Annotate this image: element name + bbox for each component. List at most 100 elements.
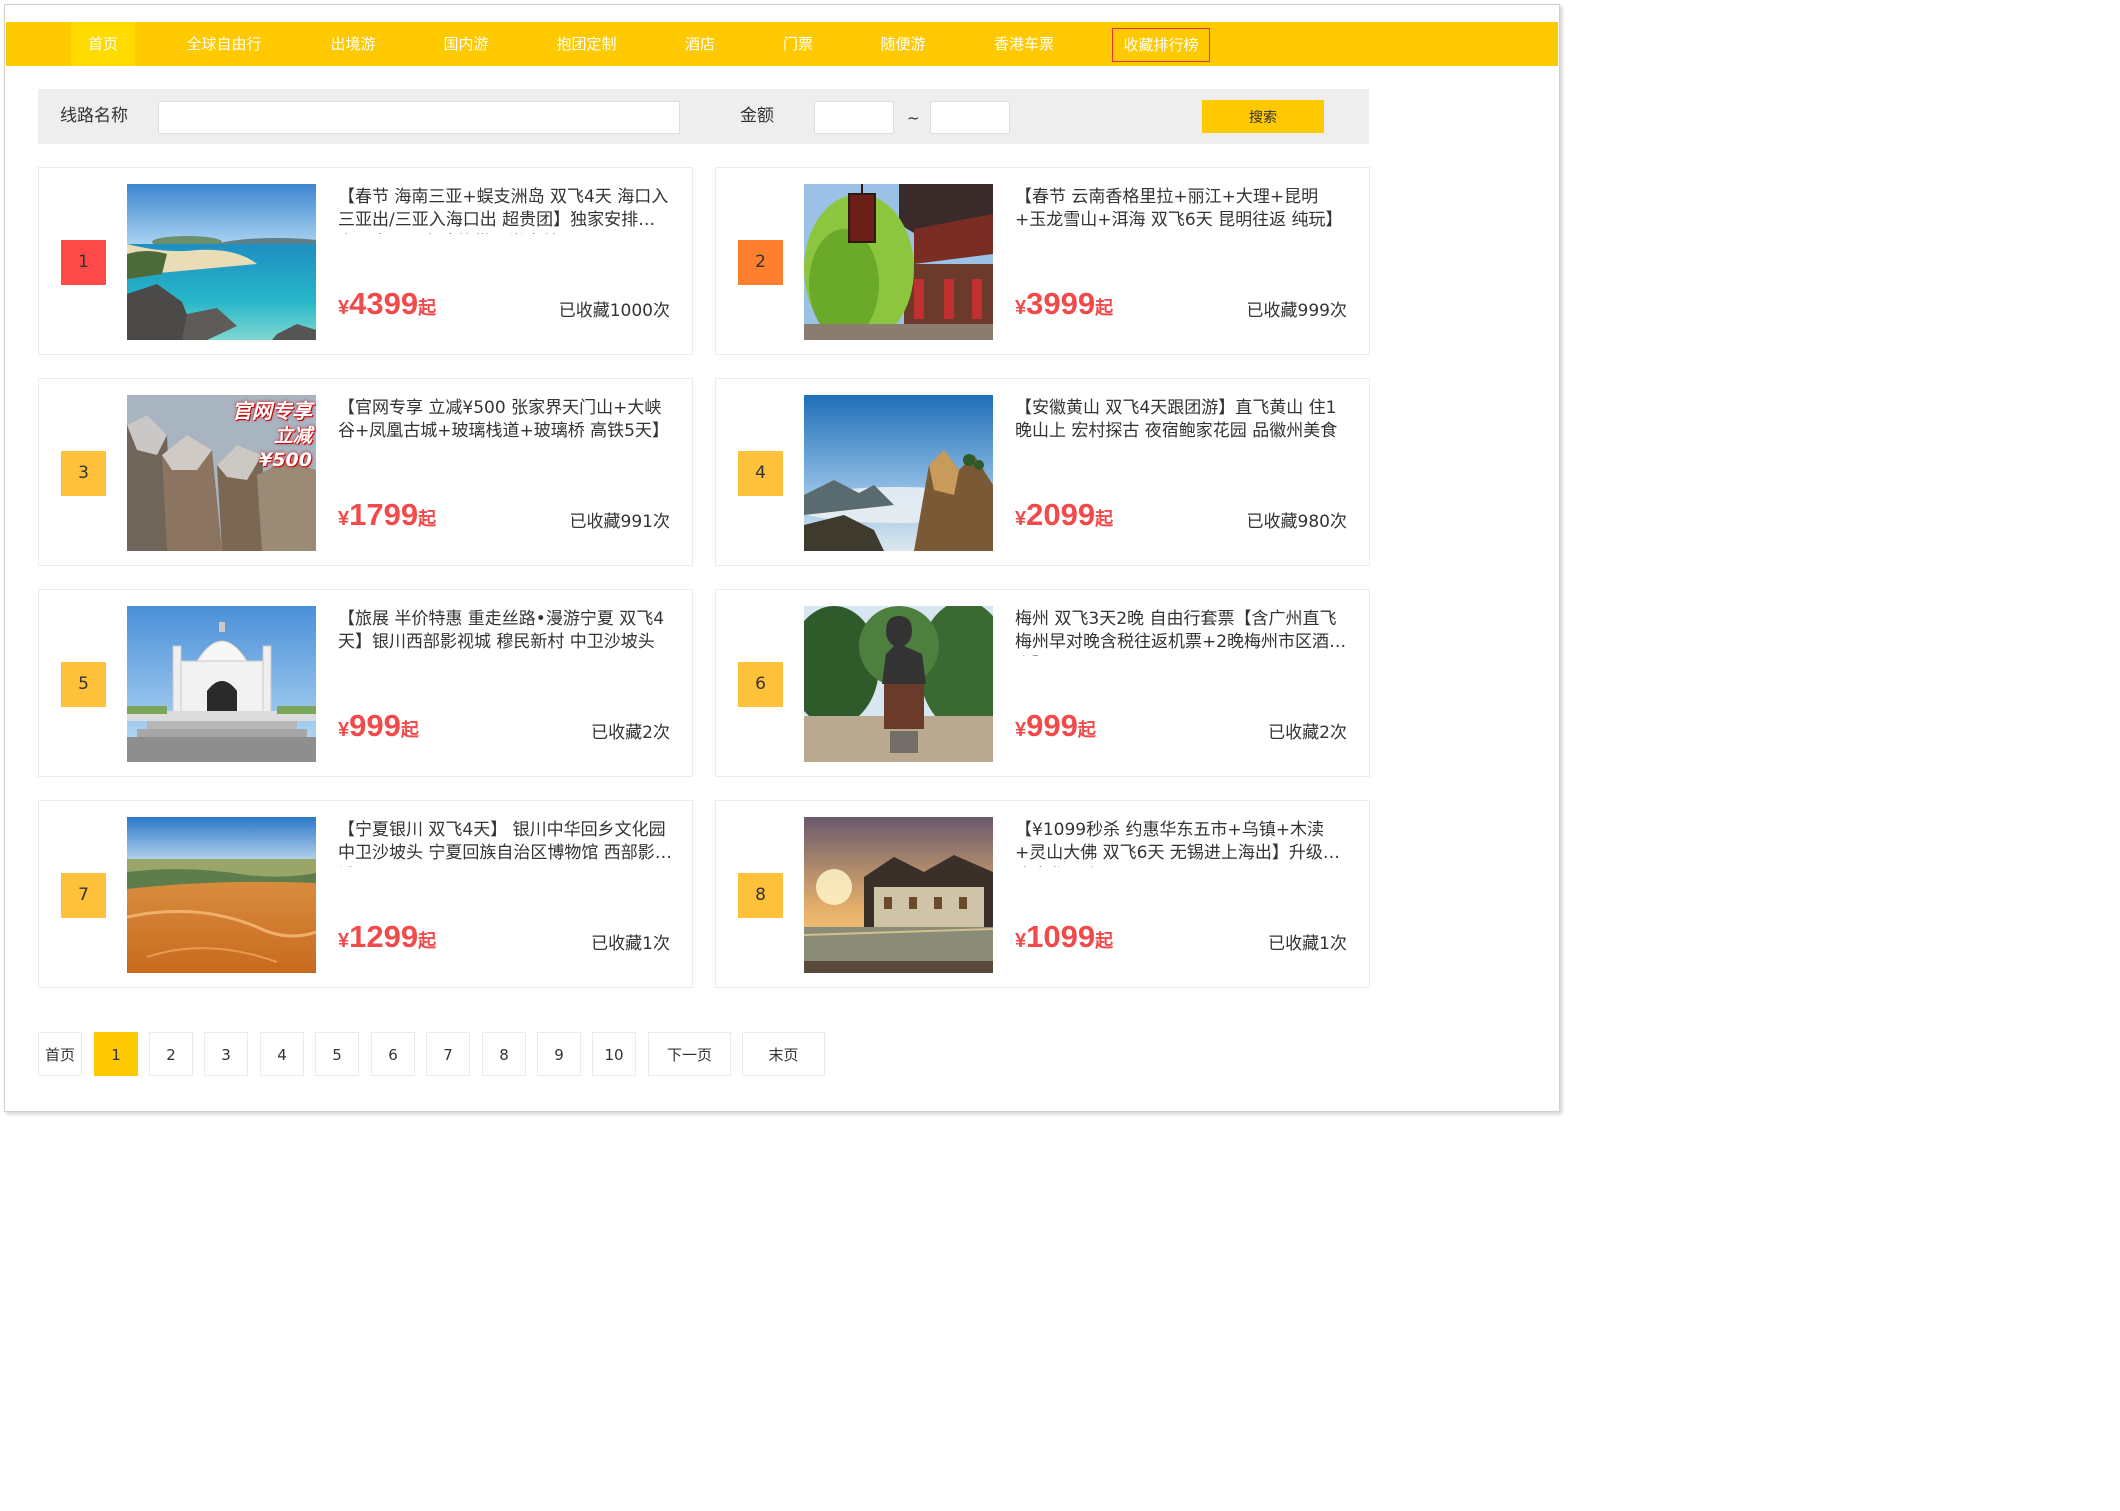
rank-badge: 2 [738, 240, 783, 285]
search-button[interactable]: 搜索 [1202, 100, 1324, 133]
pager-page-4[interactable]: 4 [260, 1032, 304, 1076]
route-price: ¥1099起 [1015, 919, 1113, 955]
route-card[interactable]: 1 【春节 海南三亚+蜈支洲岛 双飞4天 海口入三亚出/三亚入海口出 超贵团】独… [38, 167, 693, 355]
rank-badge: 7 [61, 873, 106, 918]
route-card[interactable]: 5 【旅展 半价特惠 重走丝路•漫游宁夏 双飞4天】银川西部影视城 穆民新村 中… [38, 589, 693, 777]
nav-item-hotel[interactable]: 酒店 [674, 22, 726, 66]
pager-page-9[interactable]: 9 [537, 1032, 581, 1076]
rank-badge: 4 [738, 451, 783, 496]
pager-page-5[interactable]: 5 [315, 1032, 359, 1076]
route-photo[interactable] [804, 606, 993, 762]
route-card[interactable]: 4 【安徽黄山 双飞4天跟团游】直飞黄山 住1晚山上 宏村探古 夜宿鲍家花园 品… [715, 378, 1370, 566]
pager-page-7[interactable]: 7 [426, 1032, 470, 1076]
price-suffix: 起 [1095, 298, 1114, 318]
favorite-count: 已收藏999次 [1246, 301, 1347, 321]
pager-page-2[interactable]: 2 [149, 1032, 193, 1076]
min-amount-input[interactable] [814, 101, 894, 134]
favorite-count: 已收藏1次 [591, 934, 670, 954]
pager-page-3[interactable]: 3 [204, 1032, 248, 1076]
route-title[interactable]: 【春节 海南三亚+蜈支洲岛 双飞4天 海口入三亚出/三亚入海口出 超贵团】独家安… [338, 186, 672, 234]
route-card[interactable]: 8 【¥1099秒杀 约惠华东五市+乌镇+木渎+灵山大佛 双飞6天 无锡进上海出… [715, 800, 1370, 988]
pager-page-6[interactable]: 6 [371, 1032, 415, 1076]
favorite-count: 已收藏1次 [1268, 934, 1347, 954]
route-photo[interactable] [127, 817, 316, 973]
rank-badge: 3 [61, 451, 106, 496]
price-value: 2099 [1026, 497, 1096, 532]
nav-item-tickets[interactable]: 门票 [772, 22, 824, 66]
price-value: 999 [1026, 708, 1078, 743]
promo-banner: 官网专享 立减¥500 [224, 399, 312, 471]
route-price: ¥3999起 [1015, 286, 1113, 322]
top-navbar: 首页 全球自由行 出境游 国内游 抱团定制 酒店 门票 随便游 香港车票 收藏排… [6, 22, 1558, 66]
pager-page-1[interactable]: 1 [94, 1032, 138, 1076]
currency-symbol: ¥ [1015, 930, 1027, 952]
price-suffix: 起 [400, 720, 419, 740]
currency-symbol: ¥ [1015, 719, 1027, 741]
route-title[interactable]: 【¥1099秒杀 约惠华东五市+乌镇+木渎+灵山大佛 双飞6天 无锡进上海出】升… [1015, 819, 1349, 867]
route-photo[interactable] [127, 184, 316, 340]
favorite-count: 已收藏980次 [1246, 512, 1347, 532]
route-photo[interactable]: 官网专享 立减¥500 [127, 395, 316, 551]
currency-symbol: ¥ [338, 930, 350, 952]
route-photo[interactable] [804, 184, 993, 340]
nav-item-domestic[interactable]: 国内游 [431, 22, 501, 66]
route-title[interactable]: 【安徽黄山 双飞4天跟团游】直飞黄山 住1晚山上 宏村探古 夜宿鲍家花园 品徽州… [1015, 397, 1349, 445]
route-title[interactable]: 梅州 双飞3天2晚 自由行套票【含广州直飞梅州早对晚含税往返机票+2晚梅州市区酒… [1015, 608, 1349, 656]
price-suffix: 起 [418, 509, 437, 529]
route-photo[interactable] [127, 606, 316, 762]
route-photo[interactable] [804, 817, 993, 973]
price-suffix: 起 [418, 931, 437, 951]
price-suffix: 起 [1077, 720, 1096, 740]
nav-item-group-custom[interactable]: 抱团定制 [544, 22, 629, 66]
route-price: ¥1299起 [338, 919, 436, 955]
amount-label: 金额 [740, 106, 774, 126]
price-suffix: 起 [1095, 509, 1114, 529]
price-value: 4399 [349, 286, 419, 321]
route-photo[interactable] [804, 395, 993, 551]
currency-symbol: ¥ [338, 508, 350, 530]
route-price: ¥4399起 [338, 286, 436, 322]
route-price: ¥999起 [1015, 708, 1096, 744]
route-title[interactable]: 【宁夏银川 双飞4天】 银川中华回乡文化园 中卫沙坡头 宁夏回族自治区博物馆 西… [338, 819, 672, 867]
route-card[interactable]: 2 【春节 云南香格里拉+丽江+大理+昆明+玉龙雪山+洱海 双飞6天 昆明往返 … [715, 167, 1370, 355]
rank-badge: 5 [61, 662, 106, 707]
route-title[interactable]: 【官网专享 立减¥500 张家界天门山+大峡谷+凤凰古城+玻璃栈道+玻璃桥 高铁… [338, 397, 672, 445]
rank-badge: 8 [738, 873, 783, 918]
nav-item-favorite-ranking[interactable]: 收藏排行榜 [1112, 28, 1210, 62]
favorite-count: 已收藏2次 [591, 723, 670, 743]
rank-badge: 6 [738, 662, 783, 707]
pager-page-8[interactable]: 8 [482, 1032, 526, 1076]
pager-last-button[interactable]: 末页 [742, 1032, 825, 1076]
nav-item-outbound[interactable]: 出境游 [318, 22, 388, 66]
favorite-count: 已收藏991次 [569, 512, 670, 532]
route-card[interactable]: 7 【宁夏银川 双飞4天】 银川中华回乡文化园 中卫沙坡头 宁夏回族自治区博物馆… [38, 800, 693, 988]
nav-item-hk-bus-tickets[interactable]: 香港车票 [981, 22, 1067, 66]
route-card[interactable]: 6 梅州 双飞3天2晚 自由行套票【含广州直飞梅州早对晚含税往返机票+2晚梅州市… [715, 589, 1370, 777]
route-title[interactable]: 【旅展 半价特惠 重走丝路•漫游宁夏 双飞4天】银川西部影视城 穆民新村 中卫沙… [338, 608, 672, 656]
price-suffix: 起 [1095, 931, 1114, 951]
route-name-input[interactable] [158, 101, 680, 134]
price-value: 1799 [349, 497, 419, 532]
route-title[interactable]: 【春节 云南香格里拉+丽江+大理+昆明+玉龙雪山+洱海 双飞6天 昆明往返 纯玩… [1015, 186, 1349, 234]
currency-symbol: ¥ [1015, 508, 1027, 530]
route-name-label: 线路名称 [60, 106, 128, 126]
route-price: ¥1799起 [338, 497, 436, 533]
nav-item-casual-travel[interactable]: 随便游 [868, 22, 938, 66]
price-value: 1099 [1026, 919, 1096, 954]
route-price: ¥2099起 [1015, 497, 1113, 533]
pager-next-button[interactable]: 下一页 [648, 1032, 731, 1076]
price-suffix: 起 [418, 298, 437, 318]
pager-page-10[interactable]: 10 [592, 1032, 636, 1076]
rank-badge: 1 [61, 240, 106, 285]
nav-item-home[interactable]: 首页 [71, 22, 135, 66]
pager-first-button[interactable]: 首页 [38, 1032, 82, 1076]
range-tilde: ~ [907, 109, 920, 127]
favorite-count: 已收藏2次 [1268, 723, 1347, 743]
currency-symbol: ¥ [338, 297, 350, 319]
nav-item-global-free-travel[interactable]: 全球自由行 [174, 22, 274, 66]
currency-symbol: ¥ [338, 719, 350, 741]
price-value: 1299 [349, 919, 419, 954]
max-amount-input[interactable] [930, 101, 1010, 134]
route-card[interactable]: 3 官网专享 立减¥500 【官网专享 立减¥500 张家界天门山+大峡谷+凤凰… [38, 378, 693, 566]
currency-symbol: ¥ [1015, 297, 1027, 319]
